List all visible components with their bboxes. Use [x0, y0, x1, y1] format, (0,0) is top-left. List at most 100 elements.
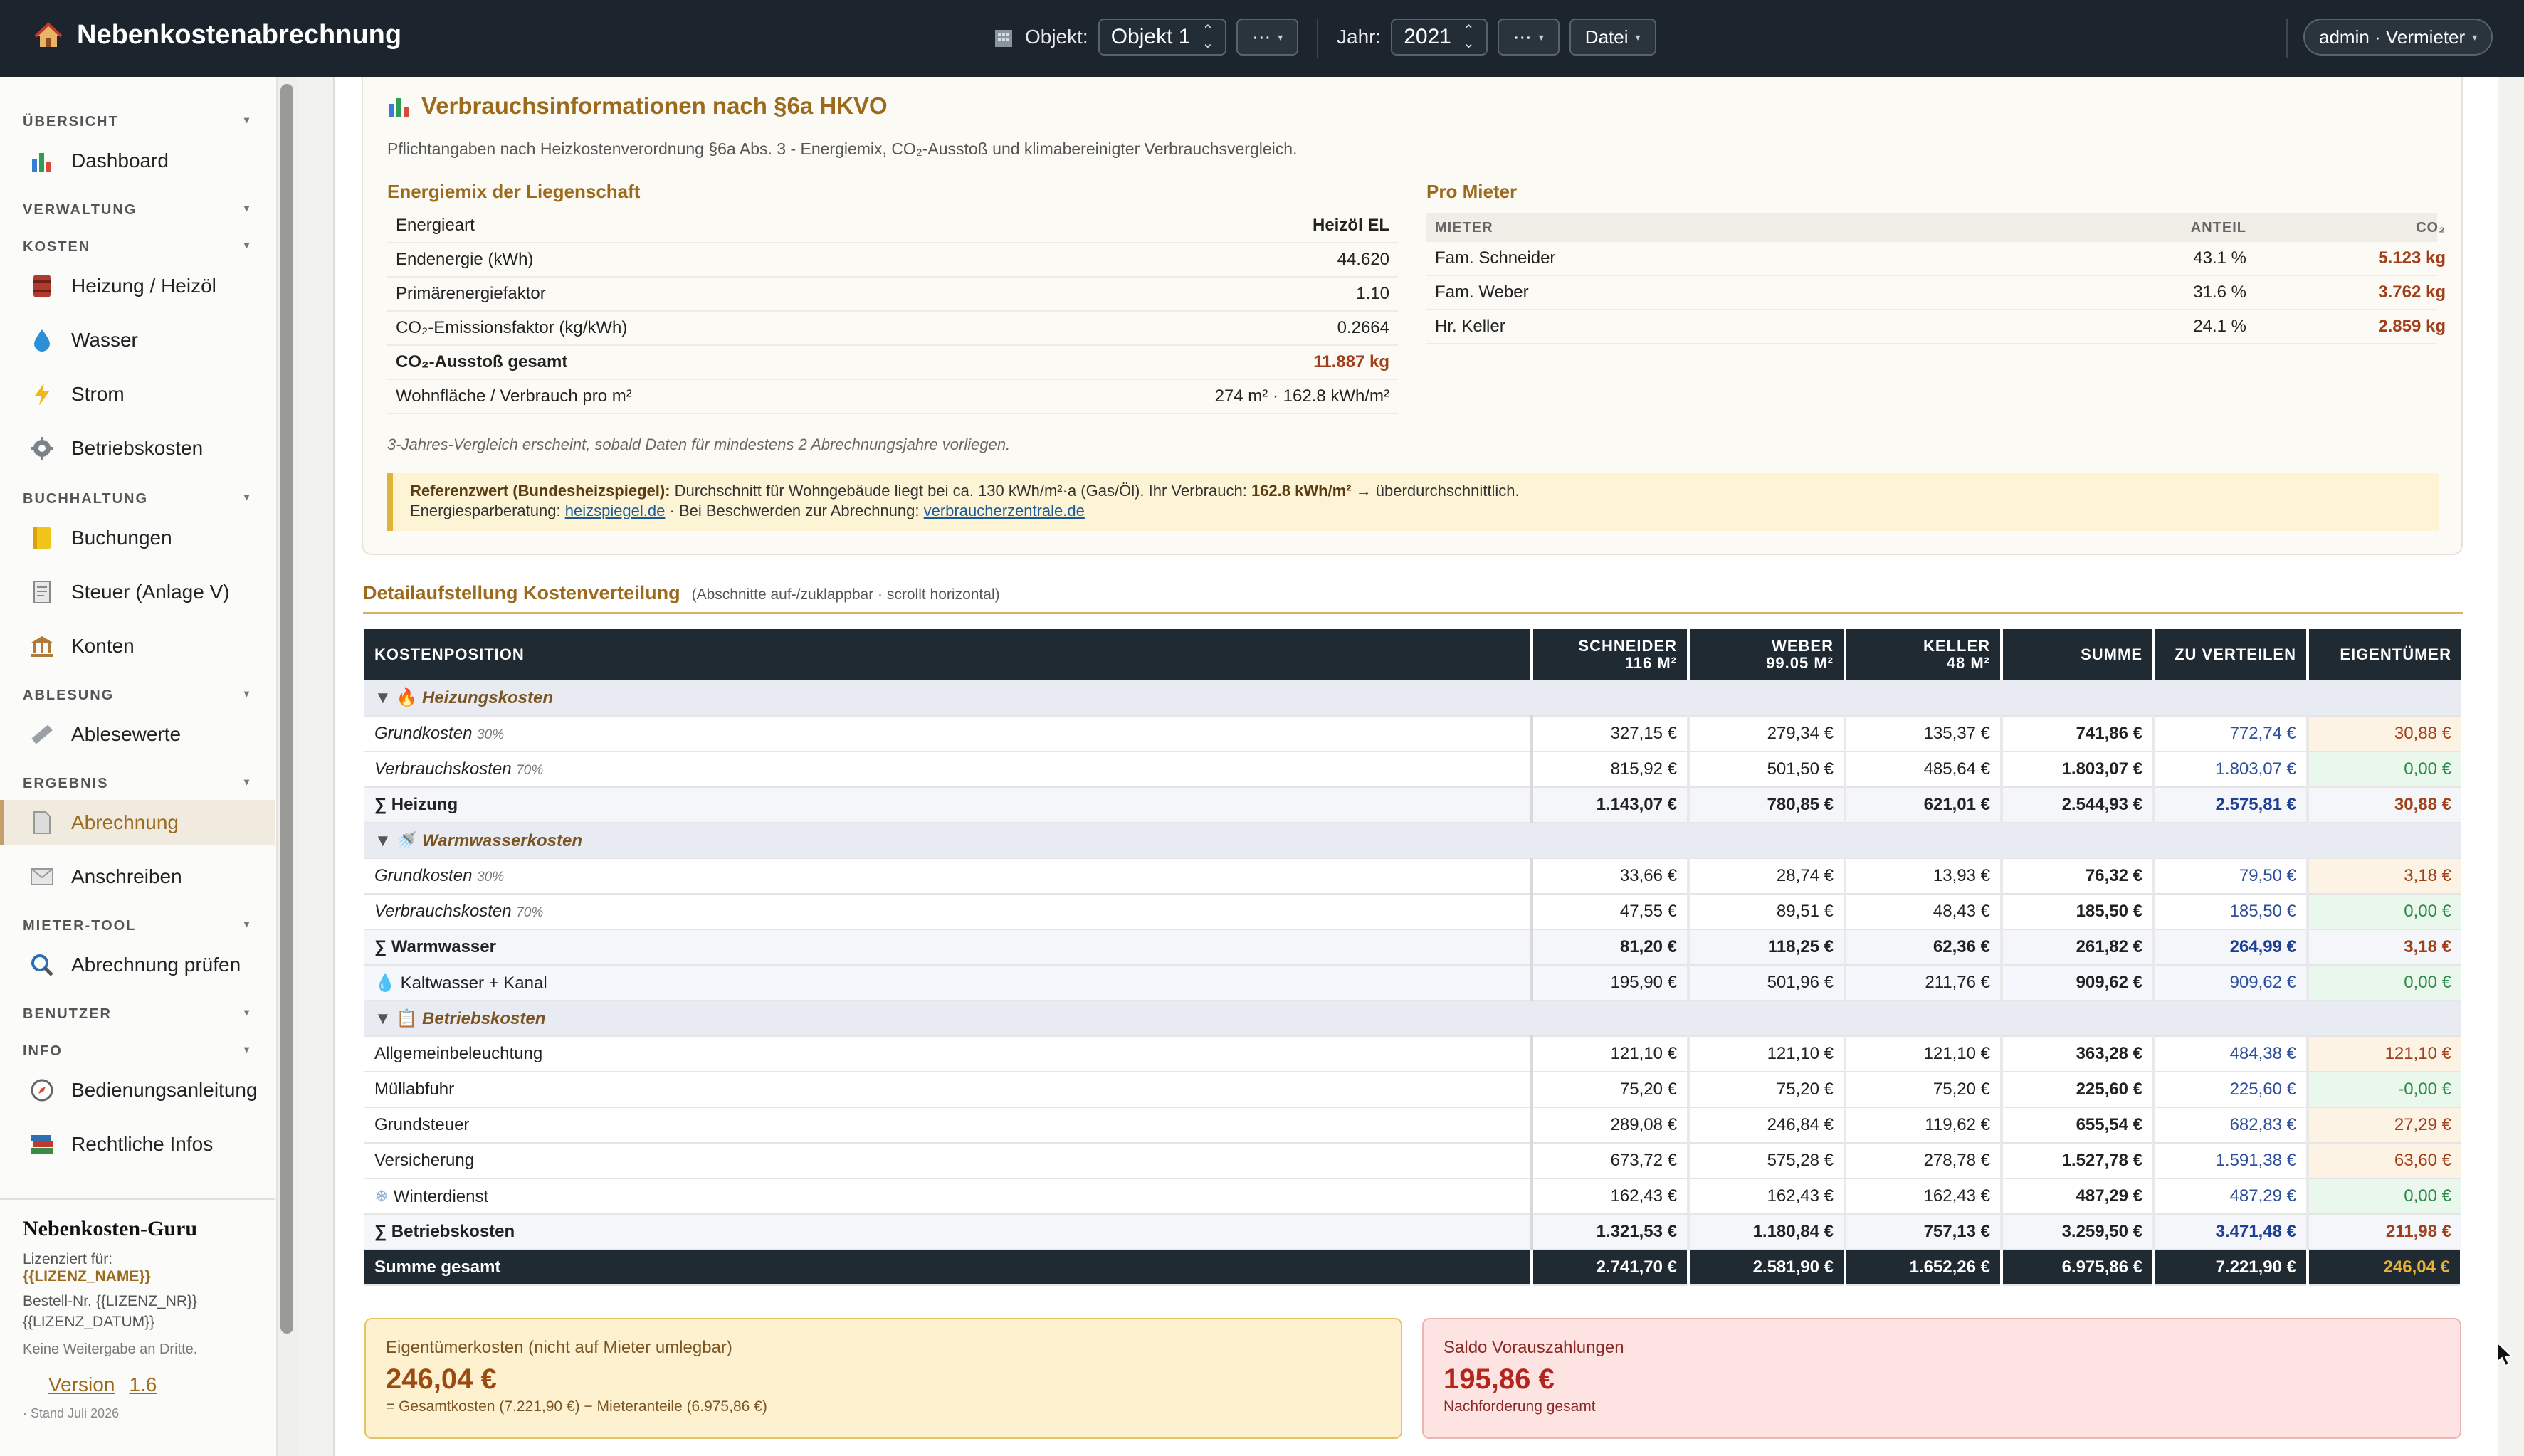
cell-weber: 780,85 € [1688, 787, 1846, 823]
caret-down-icon: ▾ [243, 239, 251, 250]
select-arrows-icon: ⌃ ⌄ [1463, 23, 1475, 51]
cell-zu-verteilen: 682,83 € [2154, 1107, 2309, 1144]
jahr-select[interactable]: 2021 ⌃ ⌄ [1391, 19, 1488, 56]
tenant-area: 116 M² [1624, 654, 1677, 672]
row-label: Grundkosten 30% [364, 858, 1533, 895]
sidebar-item-dashboard[interactable]: Dashboard [0, 138, 275, 184]
section-mietertool[interactable]: MIETER-TOOL ▾ [23, 918, 251, 934]
cell-eigentuemer: 0,00 € [2308, 965, 2461, 1001]
cell-eigentuemer: 30,88 € [2308, 787, 2461, 823]
reference-label: Referenzwert (Bundesheizspiegel): [410, 482, 671, 500]
mieter-co2: 5.123 kg [2378, 248, 2446, 268]
sidebar-scrollbar-thumb[interactable] [280, 84, 293, 1334]
sidebar-item-anschreiben[interactable]: Anschreiben [0, 854, 275, 900]
sidebar-item-label: Bedienungsanleitung [71, 1079, 258, 1101]
energiemix-row: Wohnfläche / Verbrauch pro m² 274 m² · 16… [387, 380, 1398, 414]
owner-costs-formula: = Gesamtkosten (7.221,90 €) − Mieterante… [386, 1398, 767, 1415]
section-ergebnis[interactable]: ERGEBNIS ▾ [23, 776, 251, 792]
caret-down-icon: ▾ [1278, 31, 1283, 43]
sidebar-item-heizung[interactable]: Heizung / Heizöl [0, 263, 275, 309]
cell-zu-verteilen: 185,50 € [2154, 894, 2309, 930]
section-benutzer[interactable]: BENUTZER ▾ [23, 1006, 251, 1023]
license-date: {{LIZENZ_DATUM}} [23, 1314, 155, 1331]
lightning-icon [28, 381, 56, 408]
sidebar-item-buchungen[interactable]: Buchungen [0, 515, 275, 561]
saldo-subtitle: Nachforderung gesamt [1444, 1398, 1596, 1415]
sidebar-item-strom[interactable]: Strom [0, 371, 275, 417]
cell-summe: 2.544,93 € [2002, 787, 2155, 823]
group-header[interactable]: ▼ 🔥 Heizungskosten [364, 680, 2461, 717]
sidebar-item-konten[interactable]: Konten [0, 623, 275, 669]
row-label: Grundkosten 30% [364, 716, 1533, 752]
heizspiegel-link[interactable]: heizspiegel.de [565, 502, 666, 519]
sidebar-item-anleitung[interactable]: Bedienungsanleitung [0, 1067, 275, 1113]
col-weber: WEBER 99.05 M² [1688, 629, 1846, 680]
sidebar-item-pruefen[interactable]: Abrechnung prüfen [0, 942, 275, 988]
row-label: Versicherung [364, 1143, 1533, 1179]
cell-schneider: 1.321,53 € [1532, 1214, 1690, 1250]
section-buchhaltung[interactable]: BUCHHALTUNG ▾ [23, 491, 251, 507]
kv-value: 1.10 [1356, 284, 1389, 303]
datei-button[interactable]: Datei ▾ [1569, 19, 1656, 56]
table-row: Verbrauchskosten 70% 815,92 € 501,50 € 4… [364, 751, 2461, 788]
divider [2286, 19, 2288, 58]
mieter-anteil: 24.1 % [2193, 317, 2246, 336]
table-row: Versicherung 673,72 € 575,28 € 278,78 € … [364, 1143, 2461, 1179]
cell-schneider: 47,55 € [1532, 894, 1690, 930]
compass-icon [28, 1077, 56, 1104]
app-brand[interactable]: Nebenkostenabrechnung [34, 20, 401, 51]
group-header[interactable]: ▼ 🚿 Warmwasserkosten [364, 823, 2461, 859]
jahr-more-button[interactable]: ⋯ ▾ [1497, 19, 1560, 56]
position-name: Kaltwasser + Kanal [400, 973, 547, 993]
group-heizung[interactable]: ▼ 🔥 Heizungskosten [364, 680, 2461, 717]
cell-eigentuemer: 27,29 € [2308, 1107, 2461, 1144]
sidebar-item-abrechnung[interactable]: Abrechnung [0, 800, 275, 845]
kv-key: Primärenergiefaktor [396, 284, 546, 303]
version-link[interactable]: Version 1.6 [48, 1373, 252, 1396]
collapse-triangle-icon: ▼ [374, 830, 391, 850]
section-uebersicht[interactable]: ÜBERSICHT ▾ [23, 114, 251, 130]
jahr-label: Jahr: [1337, 26, 1382, 48]
water-drop-icon [28, 327, 56, 354]
group-header[interactable]: ▼ 📋 Betriebskosten [364, 1001, 2461, 1037]
sidebar-item-label: Dashboard [71, 149, 169, 172]
position-name: Grundkosten [374, 866, 473, 885]
snowflake-icon: ❄ [374, 1186, 389, 1206]
verbraucherzentrale-link[interactable]: verbraucherzentrale.de [924, 502, 1085, 519]
section-ablesung[interactable]: ABLESUNG ▾ [23, 687, 251, 704]
row-label: ∑ Warmwasser [364, 929, 1533, 966]
kv-value: 11.887 kg [1313, 352, 1389, 371]
cell-weber: 2.581,90 € [1688, 1250, 1846, 1286]
user-group: admin · Vermieter ▾ [2303, 19, 2493, 56]
sidebar-item-label: Abrechnung prüfen [71, 954, 241, 976]
table-row: Verbrauchskosten 70% 47,55 € 89,51 € 48,… [364, 894, 2461, 930]
sidebar-item-wasser[interactable]: Wasser [0, 317, 275, 363]
reference-box: Referenzwert (Bundesheizspiegel): Durchs… [387, 473, 2439, 531]
row-label: Grundsteuer [364, 1107, 1533, 1144]
cell-weber: 501,50 € [1688, 751, 1846, 788]
energiemix-row: CO₂-Emissionsfaktor (kg/kWh) 0.2664 [387, 312, 1398, 346]
house-icon [34, 21, 63, 47]
group-warmwasser[interactable]: ▼ 🚿 Warmwasserkosten [364, 823, 2461, 859]
row-label: Summe gesamt [364, 1250, 1533, 1286]
objekt-more-button[interactable]: ⋯ ▾ [1236, 19, 1299, 56]
group-betriebskosten[interactable]: ▼ 📋 Betriebskosten [364, 1001, 2461, 1037]
cell-keller: 757,13 € [1845, 1214, 2003, 1250]
sidebar-item-rechtliches[interactable]: Rechtliche Infos [0, 1122, 275, 1167]
sidebar-item-ablesewerte[interactable]: Ablesewerte [0, 712, 275, 757]
table-row: Grundkosten 30% 327,15 € 279,34 € 135,37… [364, 716, 2461, 752]
reference-line-1: Referenzwert (Bundesheizspiegel): Durchs… [410, 481, 2422, 501]
kv-value: 274 m² · 162.8 kWh/m² [1214, 386, 1389, 406]
cost-table: KOSTENPOSITION SCHNEIDER 116 M² WEBER 99.0… [364, 629, 2463, 1286]
tenant-name: SCHNEIDER [1578, 636, 1677, 655]
section-kosten[interactable]: KOSTEN ▾ [23, 239, 251, 255]
sidebar-item-steuer[interactable]: Steuer (Anlage V) [0, 569, 275, 615]
building-icon [995, 30, 1012, 47]
ledger-icon [28, 524, 56, 552]
section-info[interactable]: INFO ▾ [23, 1043, 251, 1060]
user-menu-button[interactable]: admin · Vermieter ▾ [2303, 19, 2493, 56]
sidebar-item-betriebskosten[interactable]: Betriebskosten [0, 426, 275, 471]
objekt-select[interactable]: Objekt 1 ⌃ ⌄ [1098, 19, 1227, 56]
section-verwaltung[interactable]: VERWALTUNG ▾ [23, 202, 251, 218]
cell-schneider: 33,66 € [1532, 858, 1690, 895]
